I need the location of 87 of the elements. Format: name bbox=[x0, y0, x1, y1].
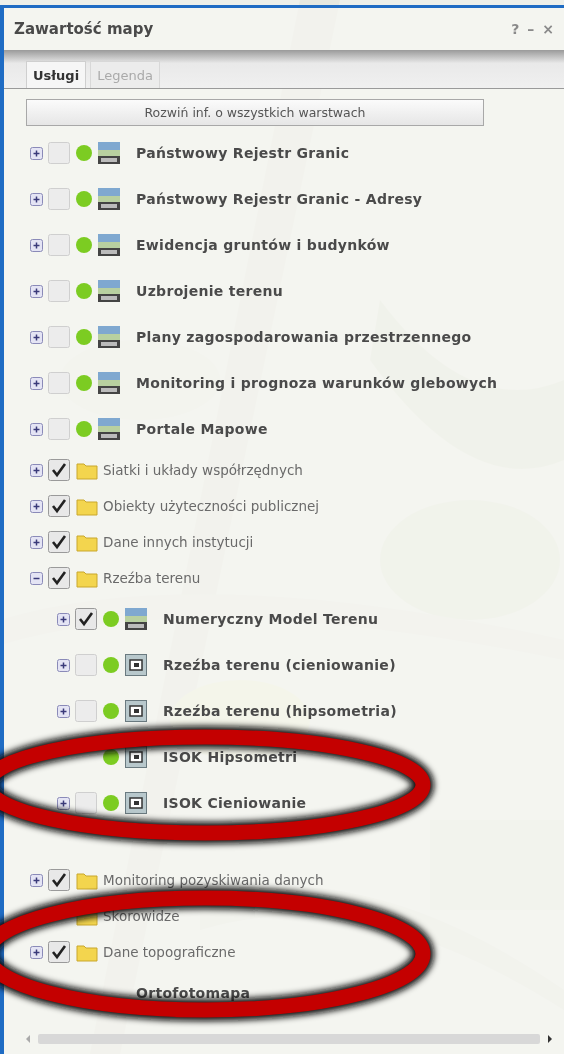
expand-icon[interactable] bbox=[30, 535, 43, 549]
layer-name[interactable]: Rzeźba terenu (hipsometria) bbox=[163, 703, 397, 719]
scroll-right-icon[interactable] bbox=[546, 1034, 554, 1044]
status-dot bbox=[76, 375, 92, 391]
map-service-icon bbox=[98, 188, 120, 210]
checkbox[interactable] bbox=[48, 142, 70, 164]
map-service-icon bbox=[98, 372, 120, 394]
layer-name[interactable]: ISOK Hipsometri bbox=[163, 749, 298, 765]
layer-name[interactable]: Uzbrojenie terenu bbox=[136, 283, 284, 299]
layer-name[interactable]: Ewidencja gruntów i budynków bbox=[136, 237, 390, 253]
tab[interactable]: Usługi bbox=[26, 61, 87, 88]
collapse-icon[interactable] bbox=[30, 571, 43, 585]
checkbox[interactable] bbox=[48, 459, 70, 481]
checkbox[interactable] bbox=[48, 941, 70, 963]
folder-icon bbox=[76, 460, 98, 480]
layer-name[interactable]: Portale Mapowe bbox=[136, 421, 268, 437]
checkbox[interactable] bbox=[48, 372, 70, 394]
status-dot bbox=[76, 237, 92, 253]
map-service-icon bbox=[125, 608, 147, 630]
checkbox[interactable] bbox=[48, 326, 70, 348]
layer-name[interactable]: Siatki i układy współrzędnych bbox=[103, 462, 303, 478]
map-service-icon bbox=[98, 418, 120, 440]
layer-name[interactable]: Państwowy Rejestr Granic - Adresy bbox=[136, 191, 423, 207]
layer-name[interactable]: Obiekty użyteczności publicznej bbox=[103, 498, 319, 514]
status-dot bbox=[76, 145, 92, 161]
status-dot bbox=[103, 611, 119, 627]
checkbox[interactable] bbox=[75, 700, 97, 722]
status-dot bbox=[103, 795, 119, 811]
tile-layer-icon bbox=[125, 792, 147, 814]
expand-icon[interactable] bbox=[30, 238, 43, 252]
map-service-icon bbox=[98, 234, 120, 256]
layer-name[interactable]: Dane topograficzne bbox=[103, 944, 236, 960]
expand-icon[interactable] bbox=[30, 945, 43, 959]
status-dot bbox=[76, 329, 92, 345]
status-dot bbox=[76, 283, 92, 299]
checkbox[interactable] bbox=[48, 869, 70, 891]
checkbox[interactable] bbox=[75, 792, 97, 814]
folder-icon bbox=[76, 496, 98, 516]
status-dot bbox=[103, 657, 119, 673]
expand-icon[interactable] bbox=[30, 422, 43, 436]
window-title: Zawartość mapy bbox=[14, 20, 154, 38]
checkbox[interactable] bbox=[48, 567, 70, 589]
folder-icon bbox=[76, 568, 98, 588]
status-dot bbox=[76, 421, 92, 437]
expand-icon[interactable] bbox=[30, 499, 43, 513]
expand-all-button[interactable]: Rozwiń inf. o wszystkich warstwach bbox=[26, 99, 484, 126]
expand-icon[interactable] bbox=[30, 146, 43, 160]
layer-name[interactable]: Państwowy Rejestr Granic bbox=[136, 145, 350, 161]
layer-name[interactable]: ISOK Cieniowanie bbox=[163, 795, 307, 811]
status-dot bbox=[103, 703, 119, 719]
expand-icon[interactable] bbox=[30, 463, 43, 477]
expand-icon[interactable] bbox=[57, 704, 70, 718]
folder-icon bbox=[76, 532, 98, 552]
checkbox[interactable] bbox=[75, 608, 97, 630]
layer-name[interactable]: Monitoring pozyskiwania danych bbox=[103, 872, 324, 888]
layer-name[interactable]: Plany zagospodarowania przestrzennego bbox=[136, 329, 472, 345]
status-dot bbox=[103, 749, 119, 765]
map-service-icon bbox=[98, 280, 120, 302]
tile-layer-icon bbox=[125, 700, 147, 722]
checkbox[interactable] bbox=[48, 418, 70, 440]
checkbox[interactable] bbox=[48, 495, 70, 517]
folder-icon bbox=[76, 942, 98, 962]
expand-icon[interactable] bbox=[30, 873, 43, 887]
layer-name[interactable]: Rzeźba terenu bbox=[103, 570, 201, 586]
layer-name[interactable]: Numeryczny Model Terenu bbox=[163, 611, 379, 627]
map-service-icon bbox=[98, 326, 120, 348]
layer-name[interactable]: Ortofotomapa bbox=[136, 985, 251, 1001]
expand-icon[interactable] bbox=[57, 796, 70, 810]
checkbox[interactable] bbox=[48, 188, 70, 210]
expand-icon[interactable] bbox=[30, 376, 43, 390]
checkbox[interactable] bbox=[48, 234, 70, 256]
checkbox[interactable] bbox=[48, 531, 70, 553]
expand-icon[interactable] bbox=[30, 192, 43, 206]
expand-icon[interactable] bbox=[57, 658, 70, 672]
layer-name[interactable]: Monitoring i prognoza warunków glebowych bbox=[136, 375, 498, 391]
layer-name[interactable]: Rzeźba terenu (cieniowanie) bbox=[163, 657, 396, 673]
tile-layer-icon bbox=[125, 654, 147, 676]
folder-icon bbox=[76, 870, 98, 890]
layer-name[interactable]: Dane innych instytucji bbox=[103, 534, 254, 550]
status-dot bbox=[76, 191, 92, 207]
horizontal-scrollbar[interactable] bbox=[24, 1032, 554, 1046]
expand-icon[interactable] bbox=[30, 284, 43, 298]
expand-icon[interactable] bbox=[30, 330, 43, 344]
map-service-icon bbox=[98, 142, 120, 164]
checkbox[interactable] bbox=[48, 280, 70, 302]
checkbox[interactable] bbox=[75, 654, 97, 676]
expand-icon[interactable] bbox=[57, 612, 70, 626]
